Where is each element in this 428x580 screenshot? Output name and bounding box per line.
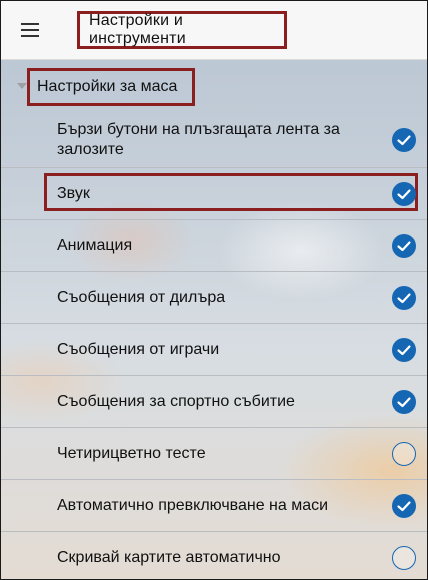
setting-row-four-color-deck[interactable]: Четирицветно тесте <box>1 428 427 480</box>
setting-label: Звук <box>57 184 90 202</box>
checked-circle-icon[interactable] <box>392 127 416 152</box>
checked-circle-icon[interactable] <box>392 493 416 518</box>
checked-circle-icon[interactable] <box>392 181 416 206</box>
menu-line <box>21 35 39 37</box>
menu-line <box>21 29 39 31</box>
app-screen: Настройки и инструменти Настройки за мас… <box>0 0 428 580</box>
setting-label: Съобщения за спортно събитие <box>57 392 295 410</box>
setting-label: Автоматично превключване на маси <box>57 496 329 514</box>
page-title: Настройки и инструменти <box>77 11 287 49</box>
setting-row-auto-switch-tables[interactable]: Автоматично превключване на маси <box>1 480 427 532</box>
setting-row-slider-quick-bet-buttons[interactable]: Бързи бутони на плъзгащата лента за зало… <box>1 112 427 168</box>
setting-label: Скривай картите автоматично <box>57 549 281 566</box>
checked-circle-icon[interactable] <box>392 389 416 414</box>
setting-row-sports-event-messages[interactable]: Съобщения за спортно събитие <box>1 376 427 428</box>
setting-label: Бързи бутони на плъзгащата лента за зало… <box>57 120 340 158</box>
settings-list: Бързи бутони на плъзгащата лента за зало… <box>1 112 427 579</box>
setting-row-sound[interactable]: Звук <box>1 168 427 220</box>
setting-label: Четирицветно тесте <box>57 444 206 462</box>
unchecked-circle-icon[interactable] <box>392 441 416 466</box>
hamburger-menu-icon[interactable] <box>17 18 45 42</box>
app-bar: Настройки и инструменти <box>1 1 427 60</box>
setting-row-animation[interactable]: Анимация <box>1 220 427 272</box>
setting-row-player-messages[interactable]: Съобщения от играчи <box>1 324 427 376</box>
menu-line <box>21 23 39 25</box>
section-title: Настройки за маса <box>27 68 195 106</box>
checked-circle-icon[interactable] <box>392 233 416 258</box>
checked-circle-icon[interactable] <box>392 285 416 310</box>
setting-label: Анимация <box>57 236 133 254</box>
setting-row-auto-hide-cards[interactable]: Скривай картите автоматично <box>1 532 427 579</box>
setting-label: Съобщения от играчи <box>57 340 220 358</box>
section-header-table-settings[interactable]: Настройки за маса <box>1 60 427 112</box>
checked-circle-icon[interactable] <box>392 337 416 362</box>
chevron-down-icon <box>17 83 27 89</box>
setting-label: Съобщения от дилъра <box>57 288 226 306</box>
unchecked-circle-icon[interactable] <box>392 546 416 570</box>
setting-row-dealer-messages[interactable]: Съобщения от дилъра <box>1 272 427 324</box>
